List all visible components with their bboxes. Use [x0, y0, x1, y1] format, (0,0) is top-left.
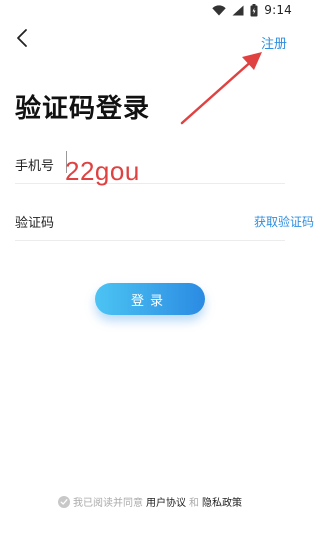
register-link[interactable]: 注册 — [261, 33, 287, 52]
back-button[interactable] — [10, 28, 34, 52]
chevron-left-icon — [15, 28, 29, 52]
check-icon — [60, 498, 68, 505]
privacy-policy-link[interactable]: 隐私政策 — [202, 494, 242, 509]
page-title: 验证码登录 — [15, 94, 151, 124]
phone-input[interactable] — [73, 149, 285, 179]
phone-row: 手机号 — [15, 145, 285, 184]
battery-icon — [250, 3, 258, 17]
login-button[interactable]: 登录 — [95, 283, 205, 315]
agreement: 我已阅读并同意 用户协议和隐私政策 — [0, 494, 300, 509]
agreement-conjunction: 和 — [189, 498, 199, 509]
phone-label: 手机号 — [15, 158, 55, 174]
user-agreement-link[interactable]: 用户协议 — [146, 494, 186, 509]
code-row: 验证码 获取验证码 — [15, 202, 314, 241]
get-code-button[interactable]: 获取验证码 — [254, 213, 314, 230]
text-caret — [66, 151, 67, 173]
wifi-icon — [212, 4, 226, 16]
code-label: 验证码 — [15, 215, 55, 231]
annotation-arrow — [180, 52, 262, 125]
status-time: 9:14 — [264, 3, 292, 17]
status-bar: 9:14 — [0, 0, 300, 20]
login-page: 9:14 注册 验证码登录 手机号 22gou 验证码 获取验证码 登录 我已阅… — [0, 0, 314, 533]
agree-checkbox[interactable] — [58, 495, 70, 508]
signal-icon — [232, 5, 244, 16]
agreement-prefix: 我已阅读并同意 — [73, 498, 143, 509]
code-input[interactable] — [73, 206, 254, 236]
